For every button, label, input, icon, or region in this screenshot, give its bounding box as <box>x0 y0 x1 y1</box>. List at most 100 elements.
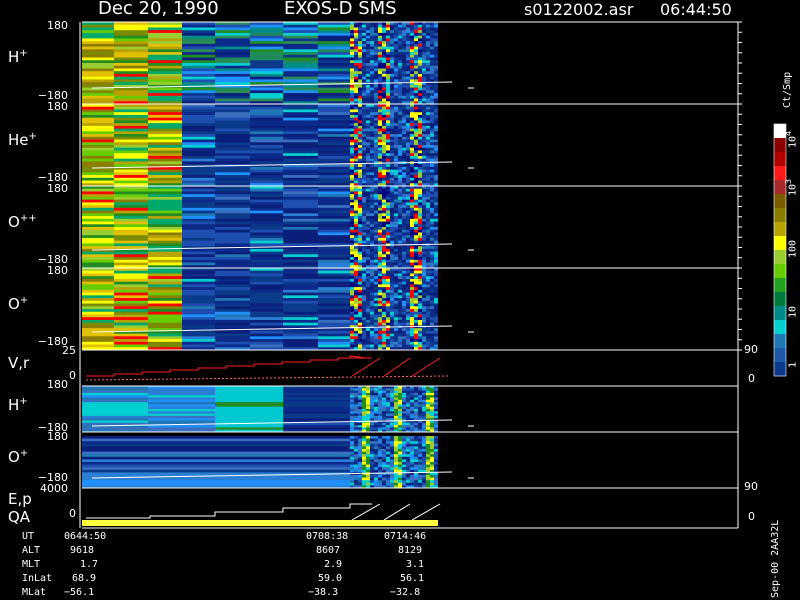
heatmap-cell <box>386 276 390 280</box>
heatmap-cell <box>215 418 283 421</box>
heatmap-cell <box>386 180 390 184</box>
heatmap-cell <box>148 259 182 263</box>
heatmap-cell <box>418 63 422 67</box>
heatmap-cell <box>414 314 418 318</box>
heatmap-cell <box>410 314 414 318</box>
colorbar-segment <box>774 320 786 335</box>
heatmap-cell <box>398 427 402 431</box>
heatmap-cell <box>390 194 394 198</box>
heatmap-cell <box>414 213 418 217</box>
heatmap-cell <box>378 395 382 398</box>
tick-opp-max: 180 <box>47 182 68 195</box>
heatmap-cell <box>382 319 386 324</box>
heatmap-cell <box>366 404 370 408</box>
heatmap-cell <box>386 427 390 431</box>
heatmap-cell <box>390 202 394 206</box>
heatmap-cell <box>398 117 402 121</box>
heatmap-cell <box>398 128 402 132</box>
heatmap-cell <box>390 30 394 34</box>
heatmap-cell <box>182 134 215 138</box>
heatmap-cell <box>414 336 418 340</box>
heatmap-cell <box>318 172 350 176</box>
heatmap-cell <box>182 172 215 176</box>
heatmap-cell <box>82 71 114 75</box>
heatmap-cell <box>362 451 366 455</box>
heatmap-cell <box>250 210 283 214</box>
heatmap-cell <box>406 276 410 280</box>
heatmap-cell <box>283 71 318 75</box>
heatmap-cell <box>366 52 370 56</box>
heatmap-cell <box>418 289 422 293</box>
heatmap-cell <box>410 232 414 236</box>
heatmap-cell <box>358 188 362 192</box>
heatmap-cell <box>354 155 358 160</box>
heatmap-cell <box>114 52 148 56</box>
heatmap-cell <box>430 462 434 465</box>
heatmap-cell <box>370 90 374 94</box>
heatmap-cell <box>370 278 374 283</box>
heatmap-cell <box>82 427 148 431</box>
heatmap-cell <box>406 41 410 45</box>
heatmap-cell <box>402 336 406 340</box>
heatmap-cell <box>318 131 350 135</box>
heatmap-cell <box>82 95 114 99</box>
heatmap-cell <box>250 43 283 47</box>
heatmap-cell <box>215 68 250 72</box>
heatmap-cell <box>370 46 374 50</box>
heatmap-cell <box>318 276 350 280</box>
heatmap-cell <box>374 251 378 255</box>
heatmap-cell <box>406 60 410 64</box>
heatmap-cell <box>366 24 370 28</box>
heatmap-cell <box>402 259 406 263</box>
heatmap-cell <box>414 456 418 460</box>
heatmap-cell <box>182 112 215 116</box>
heatmap-cell <box>402 319 406 324</box>
heatmap-cell <box>350 196 354 201</box>
heatmap-cell <box>370 330 374 334</box>
heatmap-cell <box>378 98 382 102</box>
heatmap-cell <box>430 446 434 450</box>
heatmap-cell <box>410 388 414 391</box>
heatmap-cell <box>350 95 354 99</box>
heatmap-cell <box>434 295 438 299</box>
heatmap-cell <box>390 237 394 242</box>
heatmap-cell <box>426 46 430 50</box>
heatmap-cell <box>358 164 362 168</box>
heatmap-cell <box>386 395 390 398</box>
heatmap-cell <box>358 395 362 398</box>
heatmap-cell <box>182 218 215 222</box>
heatmap-cell <box>414 328 418 332</box>
heatmap-cell <box>410 38 414 42</box>
heatmap-cell <box>398 76 402 80</box>
heatmap-cell <box>418 449 422 452</box>
heatmap-cell <box>82 27 114 31</box>
heatmap-cell <box>354 191 358 195</box>
heatmap-cell <box>283 169 318 173</box>
heatmap-cell <box>148 295 182 299</box>
heatmap-cell <box>215 336 250 340</box>
heatmap-cell <box>362 84 366 88</box>
heatmap-cell <box>362 136 366 140</box>
heatmap-cell <box>418 49 422 53</box>
heatmap-cell <box>418 60 422 64</box>
heatmap-cell <box>402 106 406 110</box>
heatmap-cell <box>370 112 374 116</box>
heatmap-cell <box>402 87 406 91</box>
heatmap-cell <box>354 454 358 458</box>
heatmap-cell <box>394 254 398 258</box>
colorbar-units: Ct/Smp <box>782 71 793 108</box>
heatmap-cell <box>402 172 406 176</box>
heatmap-cell <box>418 475 422 478</box>
heatmap-cell <box>418 136 422 140</box>
heatmap-cell <box>350 246 354 250</box>
heatmap-cell <box>350 248 354 252</box>
heatmap-cell <box>390 109 394 113</box>
heatmap-cell <box>390 436 394 439</box>
heatmap-cell <box>366 475 370 478</box>
heatmap-cell <box>414 54 418 58</box>
heatmap-cell <box>366 90 370 94</box>
heatmap-cell <box>394 150 398 154</box>
heatmap-cell <box>434 125 438 129</box>
heatmap-cell <box>283 229 318 233</box>
heatmap-cell <box>350 166 354 170</box>
